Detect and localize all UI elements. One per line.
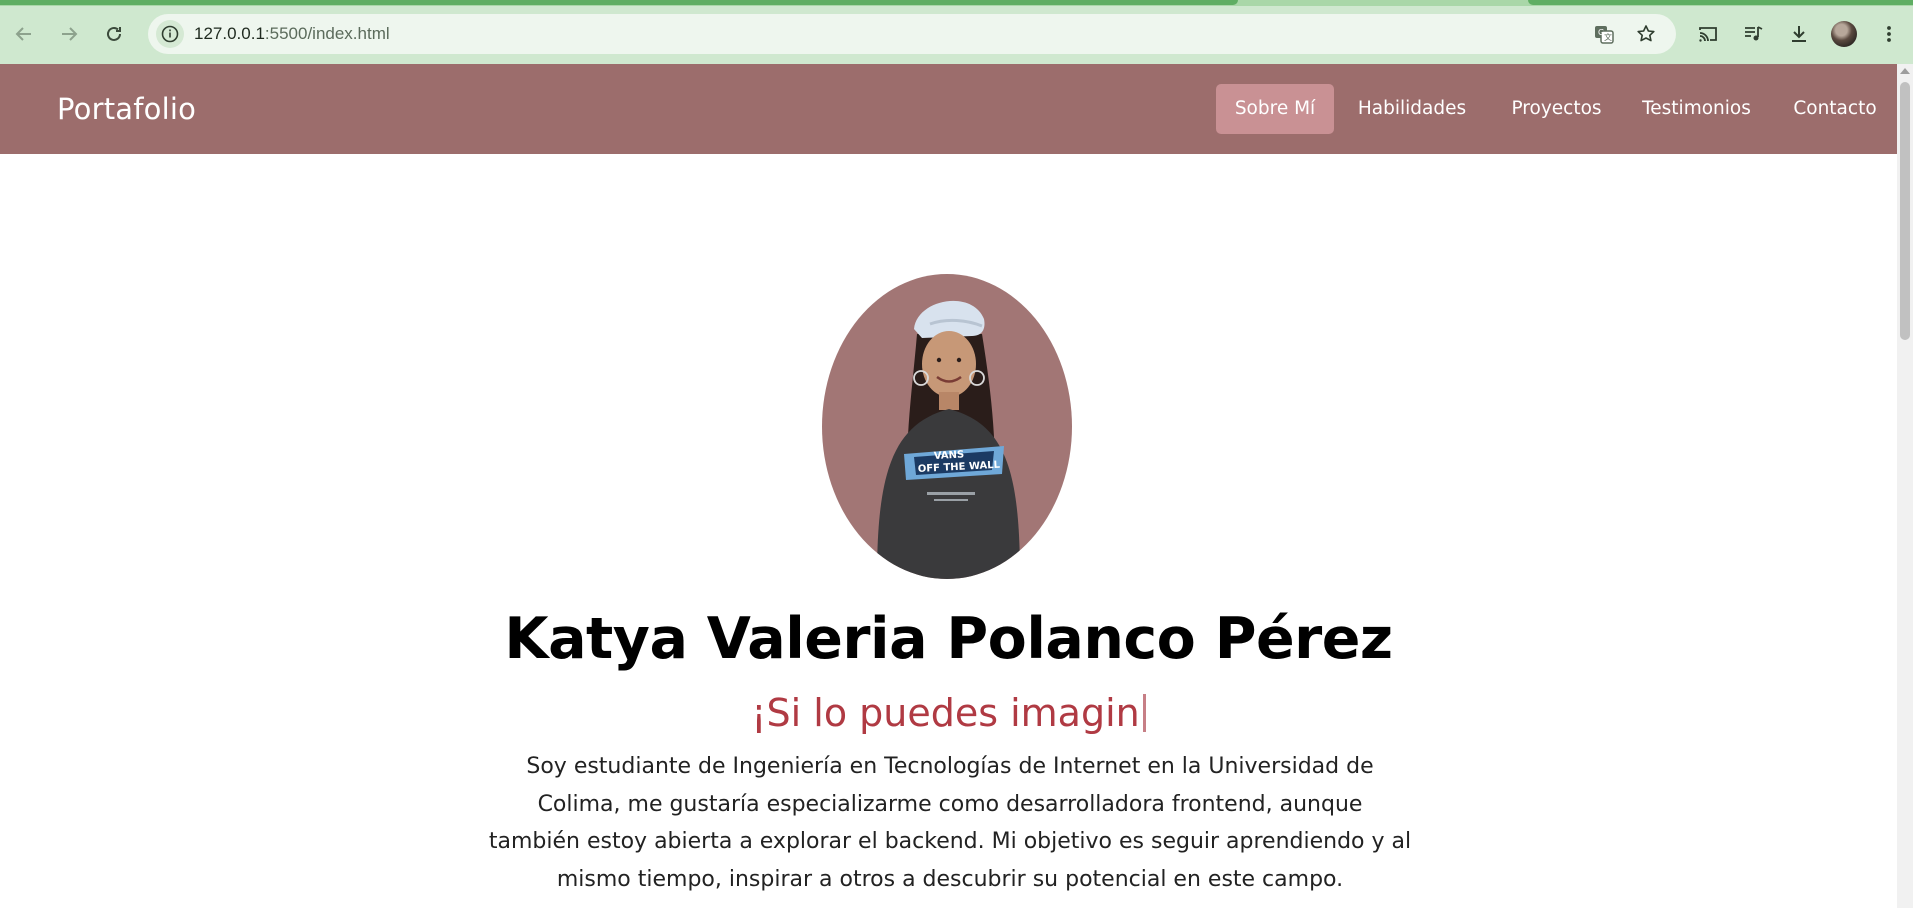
- bio-line: mismo tiempo, inspirar a otros a descubr…: [556, 866, 1344, 892]
- reload-icon: [107, 26, 121, 41]
- profile-avatar[interactable]: [1831, 21, 1857, 47]
- address-bar[interactable]: 127.0.0.1:5500/index.html G文: [148, 14, 1676, 54]
- translate-icon: G文: [1595, 26, 1614, 44]
- nav-item-sobre-mi[interactable]: Sobre Mí: [1216, 84, 1334, 134]
- tab-strip: [0, 0, 1913, 6]
- forward-button[interactable]: [49, 14, 89, 54]
- media-button[interactable]: [1735, 16, 1771, 52]
- cast-icon: [1699, 27, 1717, 42]
- nav-item-habilidades[interactable]: Habilidades: [1337, 84, 1487, 134]
- scrollbar-thumb[interactable]: [1900, 82, 1910, 340]
- typing-caret: [1142, 694, 1146, 732]
- bio-line: Colima, me gustaría especializarme como …: [537, 791, 1363, 817]
- hero-name: Katya Valeria Polanco Pérez: [504, 606, 1393, 672]
- shirt-logo-text: VANS: [934, 449, 965, 462]
- brand-logo[interactable]: Portafolio: [57, 92, 196, 126]
- hero-bio: Soy estudiante de Ingeniería en Tecnolog…: [480, 748, 1420, 898]
- url-path: :5500/index.html: [264, 24, 390, 43]
- translate-button[interactable]: G文: [1590, 20, 1618, 48]
- kebab-menu-icon: [1887, 26, 1891, 42]
- profile-photo-illustration: VANS OFF THE WALL: [877, 300, 1020, 579]
- svg-text:文: 文: [1604, 32, 1612, 42]
- media-queue-icon: [1745, 26, 1763, 41]
- download-icon: [1792, 26, 1806, 42]
- scroll-up-arrow-icon[interactable]: [1900, 68, 1910, 74]
- profile-photo: VANS OFF THE WALL: [822, 274, 1072, 579]
- browser-toolbar: 127.0.0.1:5500/index.html G文: [0, 0, 1913, 64]
- page-scrollbar[interactable]: [1897, 64, 1913, 908]
- site-header: Portafolio Sobre Mí Habilidades Proyecto…: [0, 64, 1897, 154]
- arrow-right-icon: [62, 27, 78, 41]
- hero-typing-text: ¡Si lo puedes imagin: [0, 691, 1897, 735]
- nav-item-testimonios[interactable]: Testimonios: [1625, 84, 1768, 134]
- star-icon: [1637, 25, 1655, 42]
- bio-line: también estoy abierta a explorar el back…: [488, 829, 1412, 854]
- bio-line: Soy estudiante de Ingeniería en Tecnolog…: [526, 754, 1374, 779]
- cast-button[interactable]: [1690, 16, 1726, 52]
- nav-item-proyectos[interactable]: Proyectos: [1495, 84, 1618, 134]
- tab-indicator: [1528, 0, 1913, 5]
- back-button[interactable]: [4, 14, 44, 54]
- reload-button[interactable]: [94, 14, 134, 54]
- bookmark-button[interactable]: [1632, 20, 1660, 48]
- url-text[interactable]: 127.0.0.1:5500/index.html: [194, 24, 390, 44]
- site-info-button[interactable]: [156, 20, 184, 48]
- nav-item-contacto[interactable]: Contacto: [1778, 84, 1892, 134]
- arrow-left-icon: [15, 27, 31, 41]
- info-icon: [161, 25, 179, 43]
- downloads-button[interactable]: [1781, 16, 1817, 52]
- tab-indicator: [0, 0, 1238, 5]
- typing-text: ¡Si lo puedes imagin: [751, 691, 1140, 735]
- browser-menu-button[interactable]: [1871, 16, 1907, 52]
- url-host: 127.0.0.1: [194, 24, 265, 43]
